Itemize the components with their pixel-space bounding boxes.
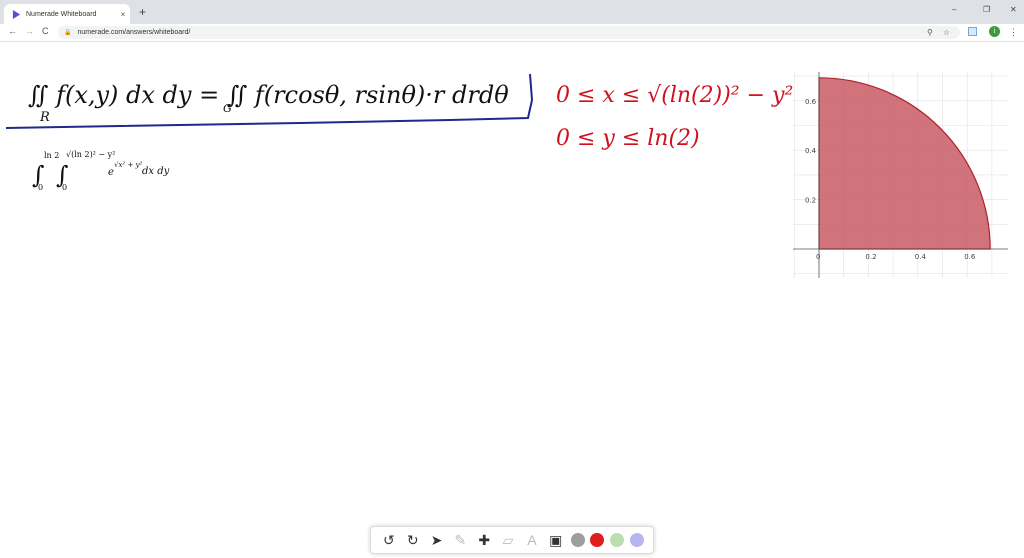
reload-icon[interactable]: C (42, 26, 49, 36)
extension-icon[interactable] (968, 27, 977, 36)
address-bar-row: ← → C 🔒 numerade.com/answers/whiteboard/… (0, 24, 1024, 42)
color-swatch-green[interactable] (610, 533, 625, 547)
profile-avatar[interactable]: i (989, 26, 1000, 37)
y-bound-text: 0 ≤ y ≤ ln(2) (556, 126, 700, 151)
numerade-logo-icon (12, 9, 21, 19)
redo-icon[interactable]: ↻ (404, 532, 422, 549)
url-field[interactable]: 🔒 numerade.com/answers/whiteboard/ ⚲ ☆ (58, 26, 960, 39)
eraser-icon[interactable]: ▱ (499, 532, 517, 549)
inner-lower-limit: 0 (62, 183, 67, 192)
x-tick-label: 0 (816, 253, 820, 261)
x-bound-text: 0 ≤ x ≤ √(ln(2))² − y² (556, 83, 793, 108)
browser-menu-icon[interactable]: ⋮ (1009, 27, 1018, 38)
tab-strip: Numerade Whiteboard × + – ❐ ✕ (0, 0, 1024, 24)
lock-icon: 🔒 (64, 30, 72, 36)
x-tick-label: 0.6 (964, 253, 976, 261)
x-tick-label: 0.4 (915, 253, 927, 261)
integrand-exponent: √x² + y² (114, 161, 142, 169)
text-icon[interactable]: A (523, 532, 541, 548)
y-tick-label: 0.2 (805, 197, 816, 205)
plus-icon[interactable]: ✚ (475, 532, 493, 549)
outer-upper-limit: ln 2 (44, 151, 59, 160)
tab-numerade-whiteboard[interactable]: Numerade Whiteboard × (4, 4, 130, 24)
zoom-icon[interactable]: ⚲ (927, 28, 933, 37)
tab-title: Numerade Whiteboard (26, 10, 97, 18)
region-r-label: R (39, 110, 50, 125)
whiteboard-canvas[interactable]: ∬ f(x,y) dx dy = ∬ f(rcosθ, rsinθ)·r drd… (0, 42, 1024, 558)
minimize-icon[interactable]: – (952, 5, 956, 14)
close-icon[interactable]: × (116, 10, 130, 19)
image-icon[interactable]: ▣ (547, 532, 565, 549)
whiteboard-toolbar: ↺ ↻ ➤ ✎ ✚ ▱ A ▣ (370, 526, 654, 554)
y-tick-label: 0.4 (805, 147, 817, 155)
region-graph: 0 0.2 0.4 0.6 0.2 0.4 0.6 (793, 72, 1008, 278)
bookmark-star-icon[interactable]: ☆ (943, 28, 950, 37)
typed-integral: ∫ 0 ln 2 ∫ 0 √(ln 2)² − y² e √x² + y² dx… (32, 150, 170, 192)
color-swatch-gray[interactable] (570, 533, 585, 547)
new-tab-button[interactable]: + (139, 5, 146, 19)
undo-icon[interactable]: ↺ (380, 532, 398, 549)
back-icon[interactable]: ← (8, 26, 17, 36)
color-swatch-red[interactable] (590, 533, 605, 547)
pointer-icon[interactable]: ➤ (428, 532, 446, 549)
forward-icon[interactable]: → (25, 26, 34, 36)
window-close-icon[interactable]: ✕ (1010, 5, 1017, 14)
outer-lower-limit: 0 (38, 183, 43, 192)
color-swatch-purple[interactable] (630, 533, 645, 547)
y-tick-label: 0.6 (805, 98, 817, 106)
differentials: dx dy (142, 166, 170, 177)
x-tick-label: 0.2 (865, 253, 876, 261)
handwritten-formula-text: ∬ f(x,y) dx dy = ∬ f(rcosθ, rsinθ)·r drd… (28, 81, 509, 109)
handwritten-formula: ∬ f(x,y) dx dy = ∬ f(rcosθ, rsinθ)·r drd… (28, 81, 509, 125)
pen-icon[interactable]: ✎ (451, 532, 469, 549)
url-text[interactable]: numerade.com/answers/whiteboard/ (77, 29, 926, 36)
restore-icon[interactable]: ❐ (983, 5, 990, 14)
region-g-label: G (223, 102, 232, 115)
inner-upper-limit: √(ln 2)² − y² (66, 150, 115, 159)
